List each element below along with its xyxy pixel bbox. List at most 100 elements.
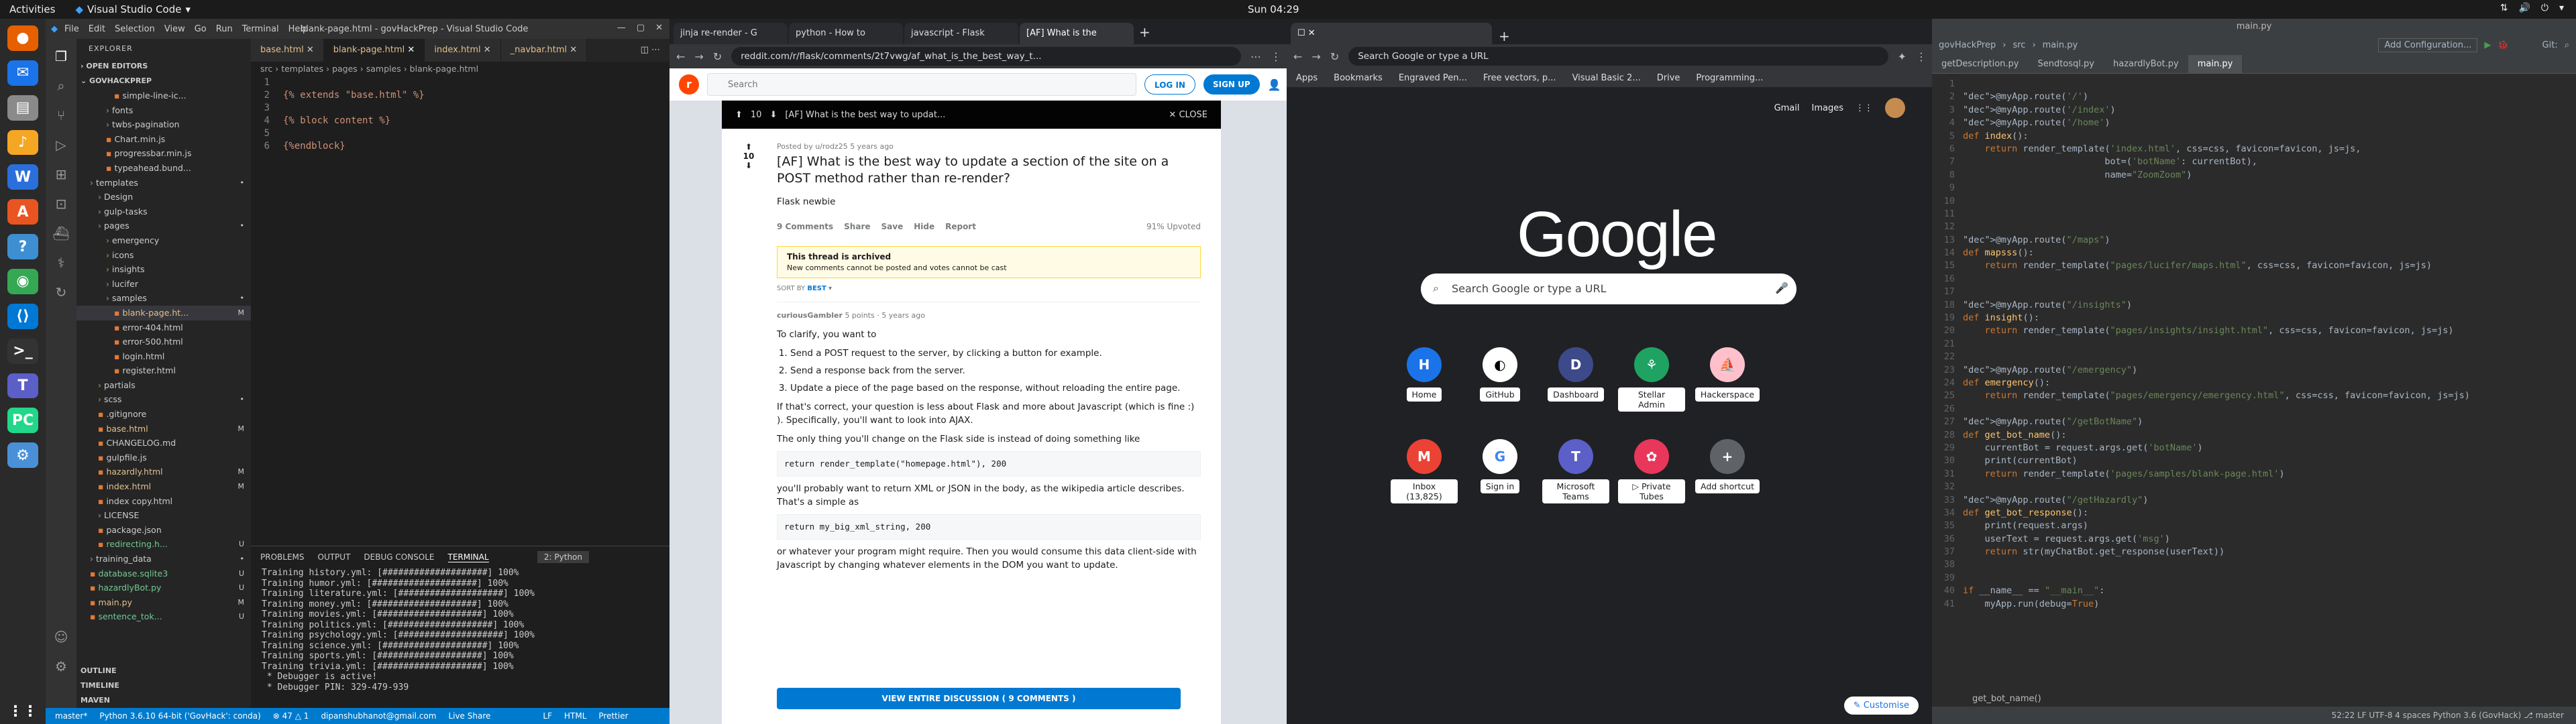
tree-item[interactable]: › emergency bbox=[76, 233, 251, 248]
maximize-icon[interactable]: ▢ bbox=[637, 23, 645, 33]
browser-tab[interactable]: python - How to bbox=[789, 23, 903, 44]
shortcut-tile[interactable]: D Dashboard bbox=[1542, 347, 1609, 402]
chrome-icon[interactable]: ◉ bbox=[7, 269, 38, 294]
menu-icon[interactable]: ⋮ bbox=[1916, 50, 1927, 63]
firefox-icon[interactable]: ● bbox=[7, 25, 38, 51]
debug-icon[interactable]: 🐞 bbox=[2498, 40, 2508, 50]
minimize-icon[interactable]: — bbox=[617, 23, 626, 33]
post-action[interactable]: 9 Comments bbox=[777, 222, 833, 231]
tree-item[interactable]: ▪ simple-line-ic... bbox=[76, 88, 251, 103]
tree-item[interactable]: ▪ blank-page.ht... M bbox=[76, 305, 251, 320]
outline-section[interactable]: MAVEN bbox=[76, 693, 251, 708]
forward-icon[interactable]: → bbox=[1311, 50, 1320, 63]
breadcrumb-footer[interactable]: get_bot_name() bbox=[1972, 694, 2041, 704]
tree-item[interactable]: › twbs-pagination bbox=[76, 117, 251, 132]
downvote-icon[interactable]: ⬇ bbox=[769, 110, 777, 120]
editor-tab[interactable]: index.html ✕ bbox=[425, 39, 501, 62]
nav-file[interactable]: main.py bbox=[2043, 40, 2078, 50]
shortcut-tile[interactable]: ✿ ▷ Private Tubes bbox=[1618, 439, 1685, 503]
tree-item[interactable]: › samples • bbox=[76, 291, 251, 306]
editor-tab[interactable]: hazardlyBot.py bbox=[2104, 55, 2188, 73]
bookmark-item[interactable]: Free vectors, p... bbox=[1483, 73, 1556, 83]
panel-tab-problems[interactable]: PROBLEMS bbox=[260, 552, 305, 562]
problems-status[interactable]: ⊗ 47 △ 1 bbox=[273, 711, 309, 721]
panel-tab-debug-console[interactable]: DEBUG CONSOLE bbox=[364, 552, 434, 562]
rhythmbox-icon[interactable]: ♪ bbox=[7, 129, 38, 156]
images-link[interactable]: Images bbox=[1812, 103, 1844, 113]
python-interpreter[interactable]: Python 3.6.10 64-bit ('GovHack': conda) bbox=[99, 711, 260, 721]
tree-item[interactable]: ▪ index copy.html bbox=[76, 494, 251, 509]
tree-item[interactable]: › pages • bbox=[76, 219, 251, 233]
new-tab-button[interactable]: + bbox=[1499, 28, 1510, 44]
tree-item[interactable]: › fonts bbox=[76, 103, 251, 118]
writer-icon[interactable]: W bbox=[7, 164, 38, 190]
tree-item[interactable]: ▪ hazardly.html M bbox=[76, 465, 251, 479]
tree-item[interactable]: › templates • bbox=[76, 176, 251, 190]
breadcrumb[interactable]: src › templates › pages › samples › blan… bbox=[251, 62, 669, 76]
language-status[interactable]: HTML bbox=[564, 711, 586, 721]
tree-item[interactable]: ▪ typeahead.bund... bbox=[76, 161, 251, 176]
editor-tab[interactable]: base.html ✕ bbox=[251, 39, 324, 62]
source-control-icon[interactable]: ⑂ bbox=[57, 107, 65, 123]
address-bar[interactable]: reddit.com/r/flask/comments/2t7vwg/af_wh… bbox=[731, 47, 1241, 66]
browser-tab[interactable]: javascript - Flask bbox=[904, 23, 1018, 44]
bookmark-item[interactable]: Apps bbox=[1296, 73, 1318, 83]
apps-grid-icon[interactable]: ⋮⋮ bbox=[7, 699, 38, 724]
run-icon[interactable]: ▶ bbox=[2484, 40, 2491, 50]
shortcut-tile[interactable]: ◐ GitHub bbox=[1466, 347, 1534, 402]
help-icon[interactable]: ? bbox=[7, 234, 38, 260]
account-icon[interactable]: ☺ bbox=[54, 629, 68, 645]
tree-item[interactable]: ▪ index.html M bbox=[76, 479, 251, 494]
tree-item[interactable]: › gulp-tasks bbox=[76, 204, 251, 219]
close-icon[interactable]: ✕ bbox=[481, 45, 491, 55]
editor-tab[interactable]: _navbar.html ✕ bbox=[500, 39, 588, 62]
explorer-icon[interactable]: ❐ bbox=[55, 48, 67, 64]
downvote-icon[interactable]: ⬇ bbox=[735, 161, 762, 170]
browser-tab[interactable]: [AF] What is the bbox=[1020, 23, 1134, 44]
address-bar[interactable]: Search Google or type a URL bbox=[1348, 47, 1888, 66]
extensions-icon[interactable]: ✦ bbox=[1898, 50, 1907, 63]
network-icon[interactable]: ⇅ bbox=[2500, 3, 2508, 13]
power-icon[interactable]: ⏻ bbox=[2541, 3, 2548, 13]
system-tray[interactable]: ⇅ 🔊 ⏻ ▾ bbox=[2500, 3, 2564, 13]
tree-item[interactable]: ▪ Chart.min.js bbox=[76, 132, 251, 147]
shortcut-tile[interactable]: ⛵ Hackerspace bbox=[1694, 347, 1761, 402]
project-section[interactable]: ⌄ GOVHACKPREP bbox=[76, 74, 251, 88]
panel-tab-terminal[interactable]: TERMINAL bbox=[447, 552, 489, 562]
panel-tab-output[interactable]: OUTPUT bbox=[318, 552, 351, 562]
menu-selection[interactable]: Selection bbox=[115, 24, 155, 34]
post-action[interactable]: Report bbox=[945, 222, 976, 231]
view-discussion-button[interactable]: VIEW ENTIRE DISCUSSION ( 9 COMMENTS ) bbox=[777, 688, 1181, 709]
shortcut-tile[interactable]: ⚘ Stellar Admin bbox=[1618, 347, 1685, 412]
live-share-status[interactable]: Live Share bbox=[448, 711, 490, 721]
signup-button[interactable]: SIGN UP bbox=[1203, 74, 1260, 95]
thunderbird-icon[interactable]: ✉ bbox=[7, 60, 38, 86]
menu-run[interactable]: Run bbox=[216, 24, 233, 34]
menu-edit[interactable]: Edit bbox=[89, 24, 105, 34]
close-post-button[interactable]: ✕ CLOSE bbox=[1169, 110, 1208, 120]
back-icon[interactable]: ← bbox=[1293, 50, 1302, 63]
tree-item[interactable]: ▪ .gitignore bbox=[76, 407, 251, 422]
reddit-logo-icon[interactable]: r bbox=[679, 74, 699, 95]
apps-grid-icon[interactable]: ⋮⋮ bbox=[1856, 103, 1873, 113]
tree-item[interactable]: ▪ error-500.html bbox=[76, 335, 251, 349]
tree-item[interactable]: ▪ CHANGELOG.md bbox=[76, 436, 251, 450]
close-icon[interactable]: ✕ bbox=[567, 45, 577, 55]
menu-file[interactable]: File bbox=[64, 24, 79, 34]
tree-item[interactable]: ▪ register.html bbox=[76, 363, 251, 378]
teams-icon[interactable]: T bbox=[7, 373, 38, 399]
tree-item[interactable]: ▪ sentence_tok... U bbox=[76, 609, 251, 624]
tree-item[interactable]: › partials bbox=[76, 378, 251, 393]
browser-tab[interactable]: jinja re-render - G bbox=[674, 23, 788, 44]
tree-item[interactable]: › LICENSE bbox=[76, 508, 251, 523]
tree-item[interactable]: ▪ login.html bbox=[76, 349, 251, 364]
tree-item[interactable]: ▪ progressbar.min.js bbox=[76, 146, 251, 161]
editor-tab[interactable]: blank-page.html ✕ bbox=[323, 39, 425, 62]
post-action[interactable]: Hide bbox=[914, 222, 934, 231]
tree-item[interactable]: ▪ package.json bbox=[76, 523, 251, 538]
reddit-search-input[interactable]: Search bbox=[707, 73, 1136, 96]
pycharm-icon[interactable]: PC bbox=[7, 408, 38, 434]
manage-gear-icon[interactable]: ⚙ bbox=[55, 658, 67, 674]
search-icon[interactable]: ⌕ bbox=[57, 78, 64, 94]
terminal-select[interactable]: 2: Python bbox=[537, 551, 589, 563]
